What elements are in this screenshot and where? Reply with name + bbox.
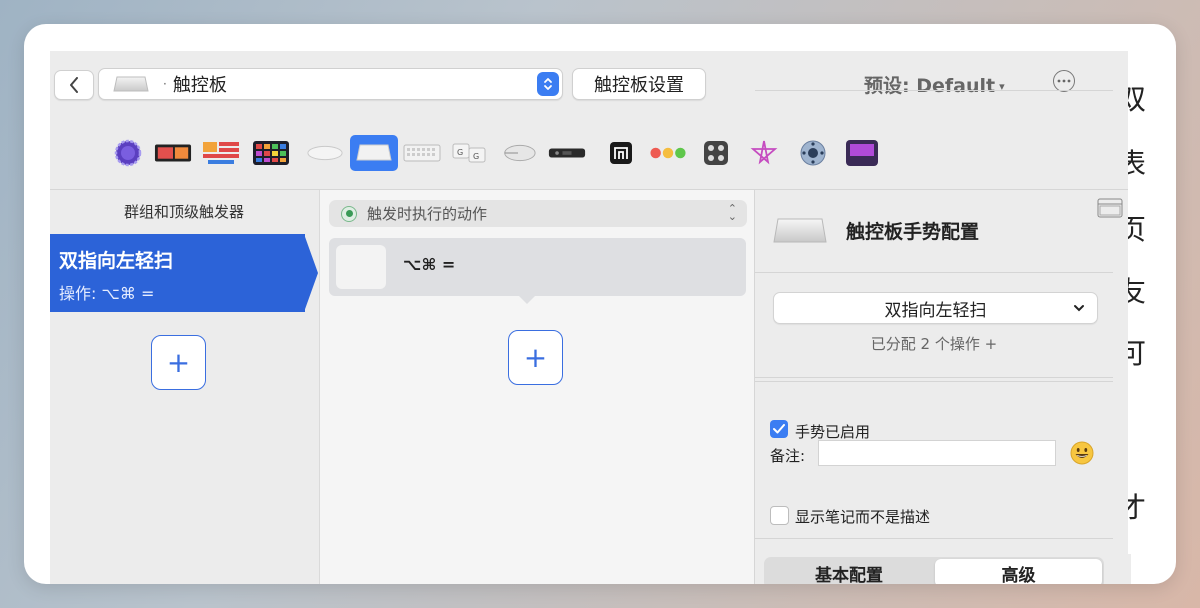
svg-text:G: G xyxy=(473,152,479,161)
background-text: 可 xyxy=(1128,337,1147,370)
add-action-button[interactable]: + xyxy=(508,330,563,385)
action-trigger-select[interactable]: 触发时执行的动作 ⌃ ⌄ xyxy=(329,200,747,227)
background-text: 才 xyxy=(1128,491,1147,524)
device-type-bar: GG xyxy=(50,135,1131,175)
trigger-list-panel: 群组和顶级触发器 双指向左轻扫 操作: ⌥⌘ = + xyxy=(50,190,318,584)
notch-icon[interactable] xyxy=(602,137,640,169)
other-app-icon[interactable] xyxy=(843,137,881,169)
chevron-down-icon xyxy=(1074,305,1084,312)
selection-arrow-icon xyxy=(304,234,318,312)
action-trigger-label: 触发时执行的动作 xyxy=(367,205,488,223)
toolbar: · 触控板 触控板设置 预设: Default ▾ G G xyxy=(50,51,1131,190)
settings-dial-icon[interactable] xyxy=(794,137,832,169)
config-title: 触控板手势配置 xyxy=(846,221,980,243)
trigger-title: 双指向左轻扫 xyxy=(59,250,174,272)
checkmark-icon xyxy=(773,424,785,434)
background-text: 表 xyxy=(1128,147,1147,180)
actions-panel: 触发时执行的动作 ⌃ ⌄ ⌥⌘ = + xyxy=(319,190,754,584)
svg-text:G: G xyxy=(457,148,463,157)
plus-icon: + xyxy=(523,340,548,374)
divider xyxy=(755,272,1113,273)
btt-main-panel: · 触控板 触控板设置 预设: Default ▾ G G 群组和顶级触发器 双… xyxy=(50,51,1131,584)
divider xyxy=(755,538,1113,539)
action-thumbnail xyxy=(336,245,386,289)
magic-mouse-icon[interactable] xyxy=(306,137,344,169)
device-separator: · xyxy=(163,77,167,91)
window-buttons-icon[interactable] xyxy=(649,137,687,169)
midi-icon[interactable] xyxy=(252,137,290,169)
controller-icon[interactable] xyxy=(697,137,735,169)
mouse-icon[interactable] xyxy=(499,137,537,169)
trackpad-tab-icon[interactable] xyxy=(350,135,398,171)
device-name: 触控板 xyxy=(172,75,227,96)
show-notes-label: 显示笔记而不是描述 xyxy=(795,508,931,526)
up-down-chevron-icon xyxy=(544,78,552,90)
show-notes-checkbox[interactable] xyxy=(770,506,789,525)
siri-remote-icon[interactable] xyxy=(548,137,586,169)
action-item[interactable]: ⌥⌘ = xyxy=(329,238,746,304)
action-pointer xyxy=(519,296,535,304)
trigger-item-selected[interactable]: 双指向左轻扫 操作: ⌥⌘ = xyxy=(50,234,318,312)
app-window: · 触控板 触控板设置 预设: Default ▾ G G 群组和顶级触发器 双… xyxy=(24,24,1176,584)
background-text: 友 xyxy=(1128,275,1147,308)
stream-deck-icon[interactable] xyxy=(109,137,147,169)
trigger-subtitle: 操作: ⌥⌘ = xyxy=(59,284,155,303)
up-down-chevron-icon: ⌃ ⌄ xyxy=(727,202,737,223)
emoji-icon[interactable] xyxy=(1070,441,1094,465)
keyboard-icon[interactable] xyxy=(403,137,441,169)
drawing-icon[interactable] xyxy=(745,137,783,169)
device-stepper[interactable] xyxy=(537,72,559,96)
gesture-value: 双指向左轻扫 xyxy=(884,300,987,321)
chevron-left-icon xyxy=(70,77,78,93)
background-text: 双 xyxy=(1128,83,1147,116)
assigned-actions-link[interactable]: 已分配 2 个操作 + xyxy=(755,333,1113,354)
note-label: 备注: xyxy=(770,447,806,465)
keys-icon[interactable]: GG xyxy=(451,137,489,169)
record-icon xyxy=(341,205,357,222)
note-input[interactable] xyxy=(818,440,1056,466)
sidebar-toggle-icon[interactable] xyxy=(1097,198,1123,218)
plus-icon: + xyxy=(166,345,191,379)
trackpad-icon xyxy=(113,76,149,91)
divider xyxy=(755,381,1113,382)
ellipsis-icon xyxy=(1057,79,1071,83)
preset-label: 预设: Default xyxy=(864,75,996,97)
background-window: 双 表 页 友 可 才 xyxy=(1128,50,1150,554)
gesture-select[interactable]: 双指向左轻扫 xyxy=(773,292,1098,324)
trackpad-icon xyxy=(773,218,827,243)
device-select[interactable]: · 触控板 xyxy=(98,68,563,100)
gesture-enabled-checkbox[interactable] xyxy=(770,420,788,438)
config-tabs: 基本配置 高级 xyxy=(764,557,1104,584)
shortcuts-icon[interactable] xyxy=(202,137,240,169)
caret-down-icon: ▾ xyxy=(999,80,1005,93)
gesture-config-panel: 触控板手势配置 双指向左轻扫 已分配 2 个操作 + 手势已启用 备注: 显示笔… xyxy=(754,90,1131,584)
trigger-list-header: 群组和顶级触发器 xyxy=(123,203,244,221)
background-text: 页 xyxy=(1128,213,1147,246)
add-trigger-button[interactable]: + xyxy=(151,335,206,390)
action-label: ⌥⌘ = xyxy=(403,255,456,274)
preset-selector[interactable]: 预设: Default ▾ xyxy=(864,71,1005,98)
tab-basic[interactable]: 基本配置 xyxy=(764,557,934,585)
divider xyxy=(755,377,1113,378)
trackpad-settings-button[interactable]: 触控板设置 xyxy=(572,68,706,100)
more-button[interactable] xyxy=(1053,70,1075,92)
touch-bar-icon[interactable] xyxy=(154,137,192,169)
back-button[interactable] xyxy=(54,70,94,100)
gesture-enabled-label: 手势已启用 xyxy=(795,423,871,441)
tab-advanced[interactable]: 高级 xyxy=(935,559,1102,584)
